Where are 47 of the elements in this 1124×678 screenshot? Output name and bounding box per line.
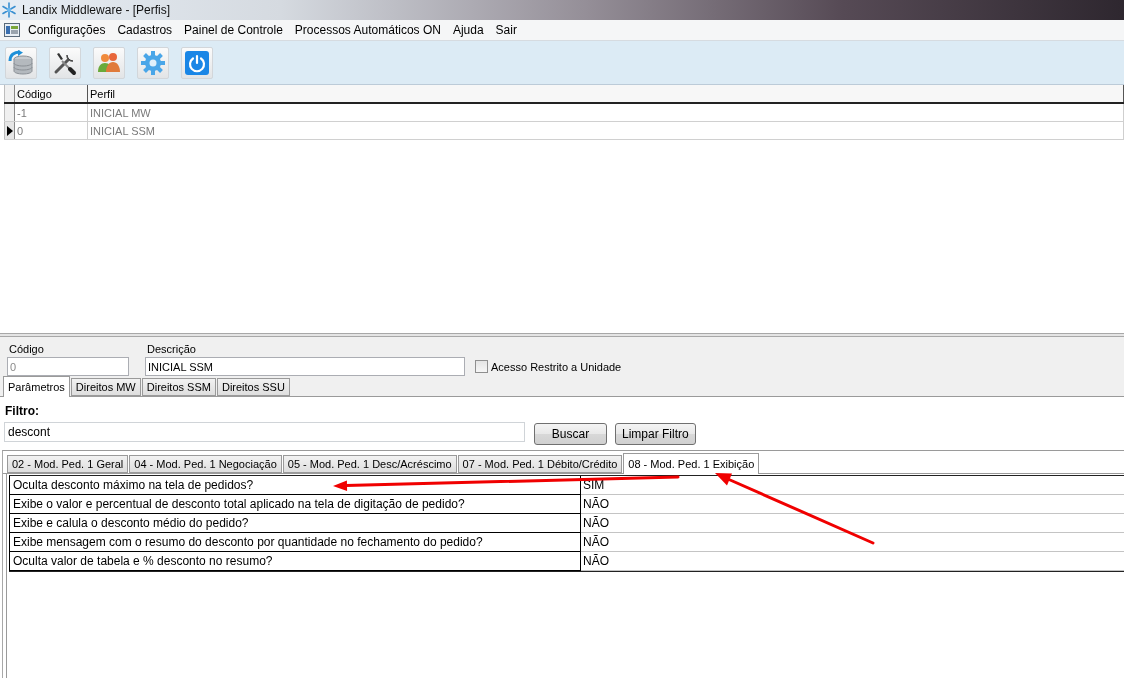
tab[interactable]: Direitos MW <box>70 378 141 396</box>
gear-icon <box>140 49 166 76</box>
table-cell: NÃO <box>581 533 1124 552</box>
toolbar-button[interactable] <box>49 46 81 79</box>
menu-item[interactable]: Cadastros <box>111 23 179 37</box>
snowflake-icon <box>1 2 17 18</box>
tab[interactable]: Direitos SSU <box>216 378 290 396</box>
table-cell: Exibe o valor e percentual de desconto total aplicado na tela de digitação de pedido? <box>9 495 581 514</box>
tab[interactable]: Parâmetros <box>3 376 70 397</box>
table-cell: Exibe e calula o desconto médio do pedido? <box>9 514 581 533</box>
tab[interactable]: 05 - Mod. Ped. 1 Desc/Acréscimo <box>282 455 457 473</box>
menu-item[interactable]: Processos Automáticos ON <box>288 23 447 37</box>
filter-field[interactable]: descont <box>4 422 525 442</box>
table-cell: NÃO <box>581 495 1124 514</box>
checkbox[interactable] <box>475 360 488 373</box>
clear-filter-button[interactable]: Limpar Filtro <box>615 423 696 445</box>
menu-item[interactable]: Sair <box>489 23 523 37</box>
table-cell: INICIAL SSM <box>88 122 1124 139</box>
table-cell: NÃO <box>581 552 1124 571</box>
table-cell: NÃO <box>581 514 1124 533</box>
menu-item[interactable]: Ajuda <box>446 23 490 37</box>
tab[interactable]: 02 - Mod. Ped. 1 Geral <box>7 455 129 473</box>
window-title: Landix Middleware - [Perfis] <box>22 3 171 17</box>
row-header[interactable] <box>4 122 15 139</box>
search-button[interactable]: Buscar <box>534 423 607 445</box>
column-header[interactable]: Perfil <box>88 85 1124 102</box>
table-cell: Exibe mensagem com o resumo do desconto por quantidade no fechamento do pedido? <box>9 533 581 552</box>
description-field[interactable]: INICIAL SSM <box>145 357 465 376</box>
tab[interactable]: Direitos SSM <box>141 378 216 396</box>
table-cell: INICIAL MW <box>88 104 1124 121</box>
menu-item[interactable]: Configurações <box>22 23 112 37</box>
tab[interactable]: 07 - Mod. Ped. 1 Débito/Crédito <box>457 455 623 473</box>
table-cell: Oculta valor de tabela e % desconto no resumo? <box>9 552 581 571</box>
checkbox-label[interactable]: Acesso Restrito a Unidade <box>491 360 622 373</box>
row-pointer-icon <box>6 125 13 136</box>
filter-label: Filtro: <box>4 403 40 419</box>
table-cell: -1 <box>15 104 88 121</box>
tab[interactable]: 04 - Mod. Ped. 1 Negociação <box>129 455 282 473</box>
column-header[interactable]: Código <box>15 85 88 102</box>
field-label: Descrição <box>146 343 197 355</box>
field-label: Código <box>8 343 45 355</box>
database-icon <box>8 49 34 76</box>
power-icon <box>184 49 210 76</box>
window-icon[interactable] <box>4 23 20 37</box>
tab[interactable]: 08 - Mod. Ped. 1 Exibição <box>623 453 760 474</box>
table-cell: 0 <box>15 122 88 139</box>
menu-item[interactable]: Painel de Controle <box>178 23 289 37</box>
